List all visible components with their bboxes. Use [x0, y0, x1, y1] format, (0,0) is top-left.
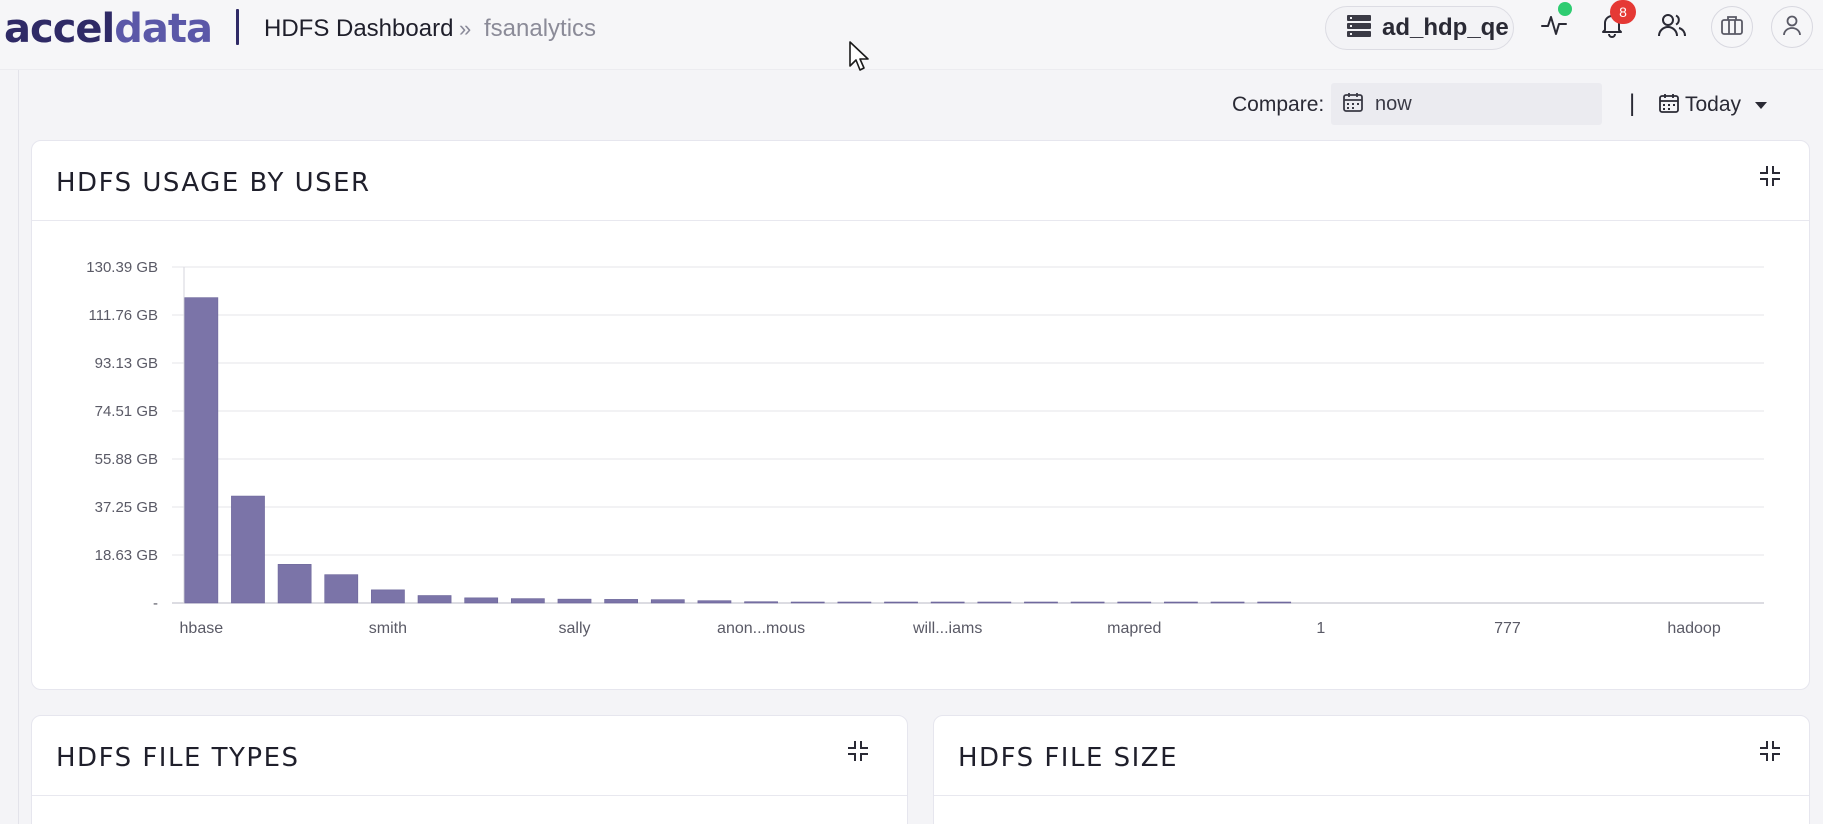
logo-text-2: l [101, 6, 116, 52]
chart-bar [231, 495, 265, 604]
chart-bar [324, 574, 359, 604]
y-tick-label: 74.51 GB [95, 403, 158, 420]
mouse-cursor [848, 40, 870, 77]
calendar-icon [1659, 93, 1679, 118]
card-header: HDFS USAGE BY USER [32, 141, 1809, 221]
chart-bar [417, 595, 452, 604]
collapse-button[interactable] [1755, 163, 1785, 193]
card-header: HDFS FILE TYPES [32, 716, 907, 796]
cluster-icon [1346, 14, 1372, 43]
x-tick-label: smith [369, 620, 407, 637]
breadcrumb-dashboard[interactable]: HDFS Dashboard [264, 14, 453, 44]
x-tick-label: 777 [1494, 620, 1521, 637]
collapse-icon [847, 740, 869, 767]
chart-bar [464, 597, 499, 604]
chart-bar [1024, 601, 1058, 604]
breadcrumb-separator: » [459, 16, 472, 41]
chart-bar [510, 598, 545, 604]
briefcase-icon [1721, 15, 1743, 40]
sidebar-edge [18, 70, 19, 824]
x-tick-label: hbase [180, 620, 224, 637]
compare-value: now [1375, 92, 1412, 115]
date-range-value: Today [1685, 93, 1742, 116]
x-tick-label: will...iams [912, 620, 982, 637]
collapse-button[interactable] [1755, 738, 1785, 768]
logo-text-1: acce [4, 6, 103, 52]
chart-bar [1164, 601, 1198, 604]
compare-separator: | [1629, 90, 1636, 117]
top-header: acceldata HDFS Dashboard » fsanalytics a… [0, 0, 1823, 70]
chart-bar [1257, 601, 1292, 604]
chart-bar [557, 598, 592, 604]
notification-badge: 8 [1610, 0, 1636, 24]
collapse-button[interactable] [843, 738, 873, 768]
usage-bar-chart: - 18.63 GB 37.25 GB 55.88 GB 74.51 GB 93.13 G… [86, 259, 1764, 637]
logo-divider [236, 9, 239, 45]
activity-icon [1540, 12, 1568, 43]
users-icon [1657, 12, 1687, 43]
users-button[interactable] [1653, 8, 1691, 46]
chart-bar [1210, 601, 1245, 604]
calendar-icon [1343, 92, 1363, 117]
cluster-selector[interactable]: ad_hdp_qe [1325, 6, 1514, 50]
y-tick-label: 55.88 GB [95, 451, 158, 468]
cluster-name: ad_hdp_qe [1382, 14, 1509, 41]
chart-bar [1117, 601, 1152, 604]
status-indicator [1558, 2, 1572, 16]
compare-date-input[interactable]: now [1331, 83, 1602, 125]
y-tick-label: 111.76 GB [89, 307, 159, 324]
chart-bar [977, 601, 1012, 604]
logo-text-3: data [114, 6, 213, 52]
compare-label: Compare: [1232, 93, 1325, 116]
chevron-down-icon [1755, 101, 1768, 109]
collapse-icon [1759, 165, 1781, 192]
profile-button[interactable] [1771, 6, 1813, 48]
user-icon [1781, 14, 1803, 41]
collapse-icon [1759, 740, 1781, 767]
chart-bar [790, 601, 825, 604]
chart-bar [277, 564, 312, 604]
chart-bar [837, 601, 872, 604]
x-tick-label: sally [558, 620, 590, 637]
card-title: HDFS FILE SIZE [958, 743, 1179, 773]
card-header: HDFS FILE SIZE [934, 716, 1809, 796]
chart-bar [604, 599, 639, 604]
chart-bar [744, 601, 778, 604]
y-tick-label: 130.39 GB [86, 259, 158, 276]
chart-bar [697, 600, 732, 604]
y-tick-label: 93.13 GB [95, 355, 158, 372]
chart-bar [1070, 601, 1105, 604]
file-types-card: HDFS FILE TYPES [31, 715, 908, 824]
x-tick-label: anon...mous [717, 620, 805, 637]
usage-by-user-card: HDFS USAGE BY USER - 18.63 GB 37.25 GB 55.8… [31, 140, 1810, 690]
x-tick-label: hadoop [1667, 620, 1720, 637]
date-range-dropdown[interactable]: Today [1659, 88, 1768, 122]
y-tick-label: 37.25 GB [95, 499, 158, 516]
card-title: HDFS USAGE BY USER [56, 168, 371, 198]
workspace-button[interactable] [1711, 6, 1753, 48]
y-tick-label: - [153, 595, 158, 612]
x-tick-label: 1 [1316, 620, 1325, 637]
x-tick-label: mapred [1107, 620, 1161, 637]
chart-bar [930, 601, 965, 604]
chart-bar [184, 297, 219, 604]
breadcrumb-page: fsanalytics [484, 15, 597, 42]
acceldata-logo[interactable]: acceldata [4, 6, 213, 52]
chart-bar [884, 601, 918, 604]
file-size-card: HDFS FILE SIZE [933, 715, 1810, 824]
y-tick-label: 18.63 GB [95, 547, 158, 564]
card-title: HDFS FILE TYPES [56, 743, 300, 773]
chart-bar [650, 599, 685, 604]
chart-bar [371, 589, 405, 604]
